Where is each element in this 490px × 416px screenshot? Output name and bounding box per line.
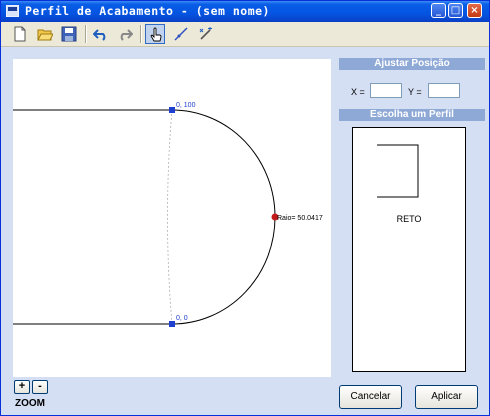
toolbar-separator <box>140 25 142 43</box>
pointer-hand-icon[interactable] <box>145 24 165 44</box>
x-input[interactable] <box>370 83 402 98</box>
redo-icon[interactable] <box>115 24 135 44</box>
profile-drawing: 0, 100 0, 0 Raio= 50.0417 <box>13 102 323 327</box>
draw-line-icon[interactable] <box>171 24 191 44</box>
point-bottom-label: 0, 0 <box>176 315 188 322</box>
maximize-button[interactable]: □ <box>448 3 463 18</box>
apply-button[interactable]: Aplicar <box>415 385 478 409</box>
minimize-button[interactable]: _ <box>431 3 446 18</box>
close-button[interactable]: × <box>467 3 482 18</box>
drawing-canvas[interactable]: 0, 100 0, 0 Raio= 50.0417 <box>13 59 331 377</box>
x-label: X = <box>351 87 365 97</box>
new-document-icon[interactable] <box>10 24 30 44</box>
toolbar <box>1 22 489 47</box>
title-bar[interactable]: Perfil de Acabamento - (sem nome) _ □ × <box>1 1 489 22</box>
cancel-button[interactable]: Cancelar <box>339 385 402 409</box>
straight-profile-preview[interactable] <box>353 128 467 208</box>
point-top-label: 0, 100 <box>176 102 196 109</box>
construction-arc <box>167 109 173 325</box>
window-title: Perfil de Acabamento - (sem nome) <box>25 4 270 18</box>
app-window: Perfil de Acabamento - (sem nome) _ □ × <box>0 0 490 416</box>
app-icon <box>6 5 19 17</box>
save-icon[interactable] <box>59 24 79 44</box>
control-point-top[interactable] <box>169 107 175 113</box>
zoom-in-button[interactable]: + <box>14 380 30 394</box>
magic-wand-icon[interactable] <box>196 24 216 44</box>
zoom-label: ZOOM <box>15 398 45 409</box>
y-label: Y = <box>408 87 422 97</box>
position-panel-header: Ajustar Posição <box>339 58 485 70</box>
profile-arc <box>171 109 276 325</box>
profile-list[interactable]: RETO <box>352 127 466 372</box>
zoom-out-button[interactable]: - <box>32 380 48 394</box>
undo-icon[interactable] <box>91 24 111 44</box>
open-folder-icon[interactable] <box>35 24 55 44</box>
profile-name[interactable]: RETO <box>353 214 465 224</box>
y-input[interactable] <box>428 83 460 98</box>
profile-panel-header: Escolha um Perfil <box>339 109 485 121</box>
toolbar-separator <box>85 25 87 43</box>
control-point-bottom[interactable] <box>169 321 175 327</box>
radius-label: Raio= 50.0417 <box>277 215 323 222</box>
